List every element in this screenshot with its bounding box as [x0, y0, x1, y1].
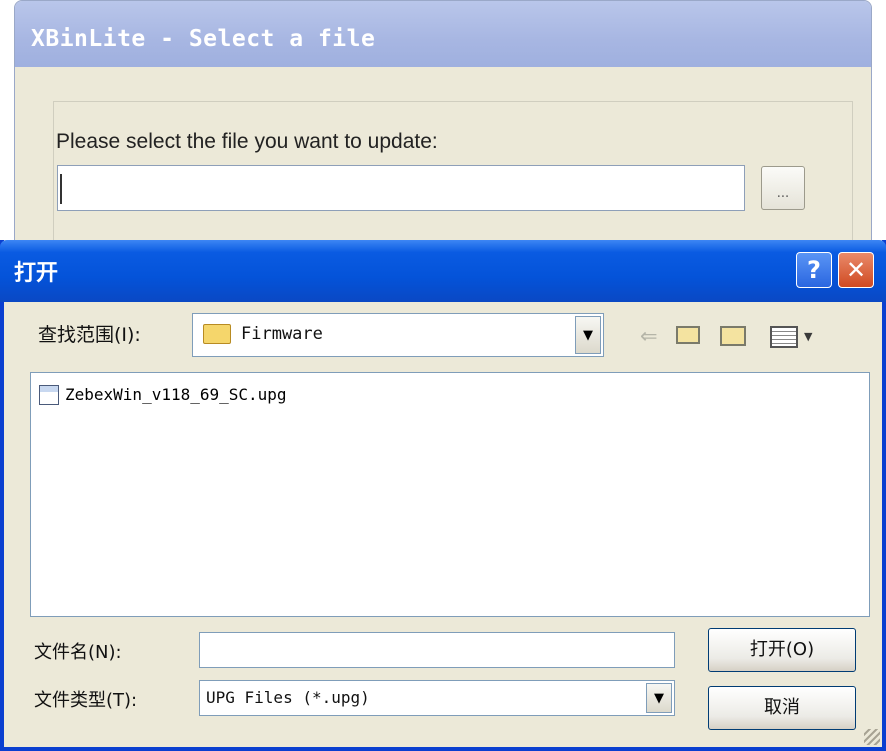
cancel-button[interactable]: 取消: [708, 686, 856, 730]
dialog-titlebar: 打开 ? ✕: [0, 240, 886, 302]
help-button[interactable]: ?: [796, 252, 832, 288]
folder-icon: [203, 324, 231, 344]
resize-grip-icon[interactable]: [864, 729, 880, 745]
browse-button[interactable]: ...: [761, 166, 805, 210]
file-select-prompt: Please select the file you want to updat…: [56, 130, 438, 153]
filename-label: 文件名(N):: [34, 642, 122, 663]
new-folder-icon[interactable]: [720, 326, 746, 346]
dialog-title: 打开: [14, 261, 59, 286]
filename-input[interactable]: [199, 632, 675, 668]
look-in-dropdown[interactable]: Firmware ▼: [192, 313, 604, 357]
file-list[interactable]: ZebexWin_v118_69_SC.upg: [30, 372, 870, 617]
open-button[interactable]: 打开(O): [708, 628, 856, 672]
filetype-dropdown-arrow-icon[interactable]: ▼: [646, 683, 672, 713]
view-menu-dropdown-icon[interactable]: ▼: [804, 330, 812, 343]
up-folder-icon[interactable]: [676, 326, 700, 344]
look-in-dropdown-arrow-icon[interactable]: ▼: [575, 316, 601, 354]
file-path-input[interactable]: [57, 165, 745, 211]
filetype-value: UPG Files (*.upg): [206, 688, 370, 707]
filetype-label: 文件类型(T):: [34, 690, 138, 711]
view-menu-icon[interactable]: [770, 326, 798, 348]
filetype-dropdown[interactable]: UPG Files (*.upg) ▼: [199, 680, 675, 716]
look-in-value: Firmware: [241, 324, 323, 344]
close-button[interactable]: ✕: [838, 252, 874, 288]
look-in-label: 查找范围(I):: [38, 324, 141, 346]
open-file-dialog: 打开 ? ✕ 查找范围(I): Firmware ▼ ⇐ ▼ ZebexWin_…: [0, 240, 886, 751]
file-name: ZebexWin_v118_69_SC.upg: [65, 385, 287, 404]
upg-file-icon: [39, 385, 59, 405]
xbinlite-titlebar: XBinLite - Select a file: [15, 1, 871, 67]
back-arrow-icon[interactable]: ⇐: [640, 324, 658, 348]
